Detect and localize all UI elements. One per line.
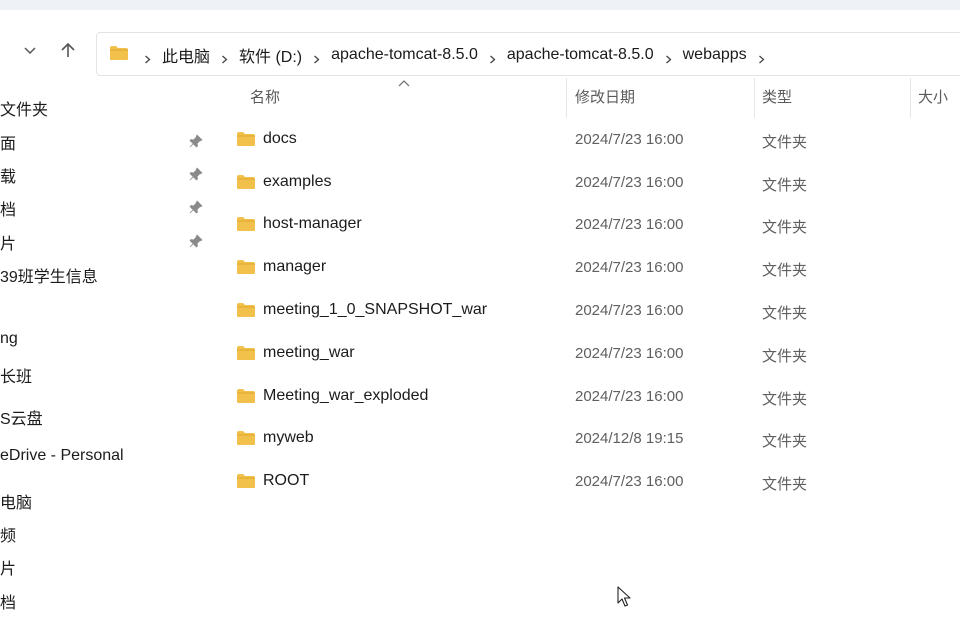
breadcrumb-item-tomcat-inner[interactable]: apache-tomcat-8.5.0 [507,46,654,64]
file-name: Meeting_war_exploded [263,387,429,404]
folder-icon [236,131,256,147]
address-bar[interactable]: 此电脑 软件 (D:) apache-tomcat-8.5.0 apache-t… [96,32,960,76]
chevron-right-icon[interactable] [757,51,766,63]
file-name: docs [263,130,297,147]
column-header-size[interactable]: 大小 [918,78,948,114]
up-button[interactable] [54,38,82,66]
file-type: 文件夹 [762,177,808,194]
column-divider[interactable] [566,78,567,118]
column-divider[interactable] [754,78,755,118]
chevron-right-icon[interactable] [312,51,321,63]
column-header-row: 名称 修改日期 类型 大小 [220,78,960,118]
title-bar-strip [0,0,960,10]
file-date: 2024/7/23 16:00 [575,345,684,362]
column-header-name[interactable]: 名称 [250,78,280,114]
sidebar-item-label: 片 [0,236,17,253]
pin-icon[interactable] [188,199,204,215]
file-type: 文件夹 [762,391,808,408]
file-date: 2024/12/8 19:15 [575,430,684,447]
file-name: meeting_war [263,344,355,361]
sidebar-item-label: ng [0,330,18,347]
column-header-date[interactable]: 修改日期 [575,78,635,114]
sidebar-item-label: 电脑 [0,495,33,512]
file-name: examples [263,173,332,190]
sidebar-item-label: eDrive - Personal [0,447,124,464]
file-type: 文件夹 [762,348,808,365]
sidebar-item-label: 频 [0,528,17,545]
file-date: 2024/7/23 16:00 [575,259,684,276]
file-type: 文件夹 [762,433,808,450]
file-row[interactable]: Meeting_war_exploded 2024/7/23 16:00 文件夹 [220,375,960,417]
arrow-up-icon [59,41,77,64]
file-row[interactable]: meeting_war 2024/7/23 16:00 文件夹 [220,332,960,374]
file-name: host-manager [263,215,362,232]
file-date: 2024/7/23 16:00 [575,216,684,233]
file-date: 2024/7/23 16:00 [575,174,684,191]
sidebar-item-label: S云盘 [0,411,43,428]
column-divider[interactable] [910,78,911,118]
column-header-type[interactable]: 类型 [762,78,792,114]
folder-icon [236,345,256,361]
sidebar-item-label: 片 [0,561,17,578]
breadcrumb-item-this-pc[interactable]: 此电脑 [162,43,210,67]
breadcrumb: 此电脑 软件 (D:) apache-tomcat-8.5.0 apache-t… [97,33,776,77]
file-type: 文件夹 [762,476,808,493]
file-type: 文件夹 [762,219,808,236]
file-date: 2024/7/23 16:00 [575,131,684,148]
sidebar-item-label: 载 [0,169,17,186]
file-name: manager [263,258,327,275]
pin-icon[interactable] [188,233,204,249]
folder-icon [236,174,256,190]
file-row[interactable]: docs 2024/7/23 16:00 文件夹 [220,118,960,160]
file-date: 2024/7/23 16:00 [575,388,684,405]
file-row[interactable]: manager 2024/7/23 16:00 文件夹 [220,246,960,288]
breadcrumb-item-tomcat[interactable]: apache-tomcat-8.5.0 [331,46,478,64]
file-name: myweb [263,429,314,446]
file-type: 文件夹 [762,305,808,322]
folder-icon [236,388,256,404]
file-row[interactable]: meeting_1_0_SNAPSHOT_war 2024/7/23 16:00… [220,289,960,331]
folder-icon [236,216,256,232]
folder-icon [236,302,256,318]
file-row[interactable]: examples 2024/7/23 16:00 文件夹 [220,161,960,203]
folder-icon [109,45,129,66]
file-row[interactable]: host-manager 2024/7/23 16:00 文件夹 [220,203,960,245]
navigation-bar: 此电脑 软件 (D:) apache-tomcat-8.5.0 apache-t… [0,10,960,76]
chevron-right-icon[interactable] [664,51,673,63]
pin-icon[interactable] [188,133,204,149]
folder-icon [236,430,256,446]
file-row[interactable]: myweb 2024/12/8 19:15 文件夹 [220,417,960,459]
breadcrumb-item-drive-d[interactable]: 软件 (D:) [239,43,302,67]
recent-locations-button[interactable] [16,38,44,66]
mouse-cursor-icon [617,586,631,613]
file-name: meeting_1_0_SNAPSHOT_war [263,301,488,318]
file-type: 文件夹 [762,262,808,279]
navigation-pane: 文件夹 面 载 档 片 39班学生信息 ng 长班 S云盘 eDrive - P… [0,86,210,621]
sidebar-item-label: 面 [0,136,17,153]
chevron-right-icon [143,51,152,63]
sidebar-item-label: 档 [0,595,17,612]
breadcrumb-item-webapps[interactable]: webapps [683,46,747,64]
file-type: 文件夹 [762,134,808,151]
chevron-right-icon[interactable] [488,51,497,63]
folder-icon [236,259,256,275]
pin-icon[interactable] [188,166,204,182]
file-name: ROOT [263,472,310,489]
file-date: 2024/7/23 16:00 [575,302,684,319]
chevron-right-icon[interactable] [220,51,229,63]
sidebar-item-label: 39班学生信息 [0,269,98,286]
sidebar-item-label: 长班 [0,369,33,386]
chevron-down-icon [23,43,37,62]
sidebar-item-label: 文件夹 [0,102,49,119]
sidebar-item-label: 档 [0,202,17,219]
file-date: 2024/7/23 16:00 [575,473,684,490]
file-row[interactable]: ROOT 2024/7/23 16:00 文件夹 [220,460,960,502]
sort-ascending-icon [398,74,410,92]
folder-icon [236,473,256,489]
